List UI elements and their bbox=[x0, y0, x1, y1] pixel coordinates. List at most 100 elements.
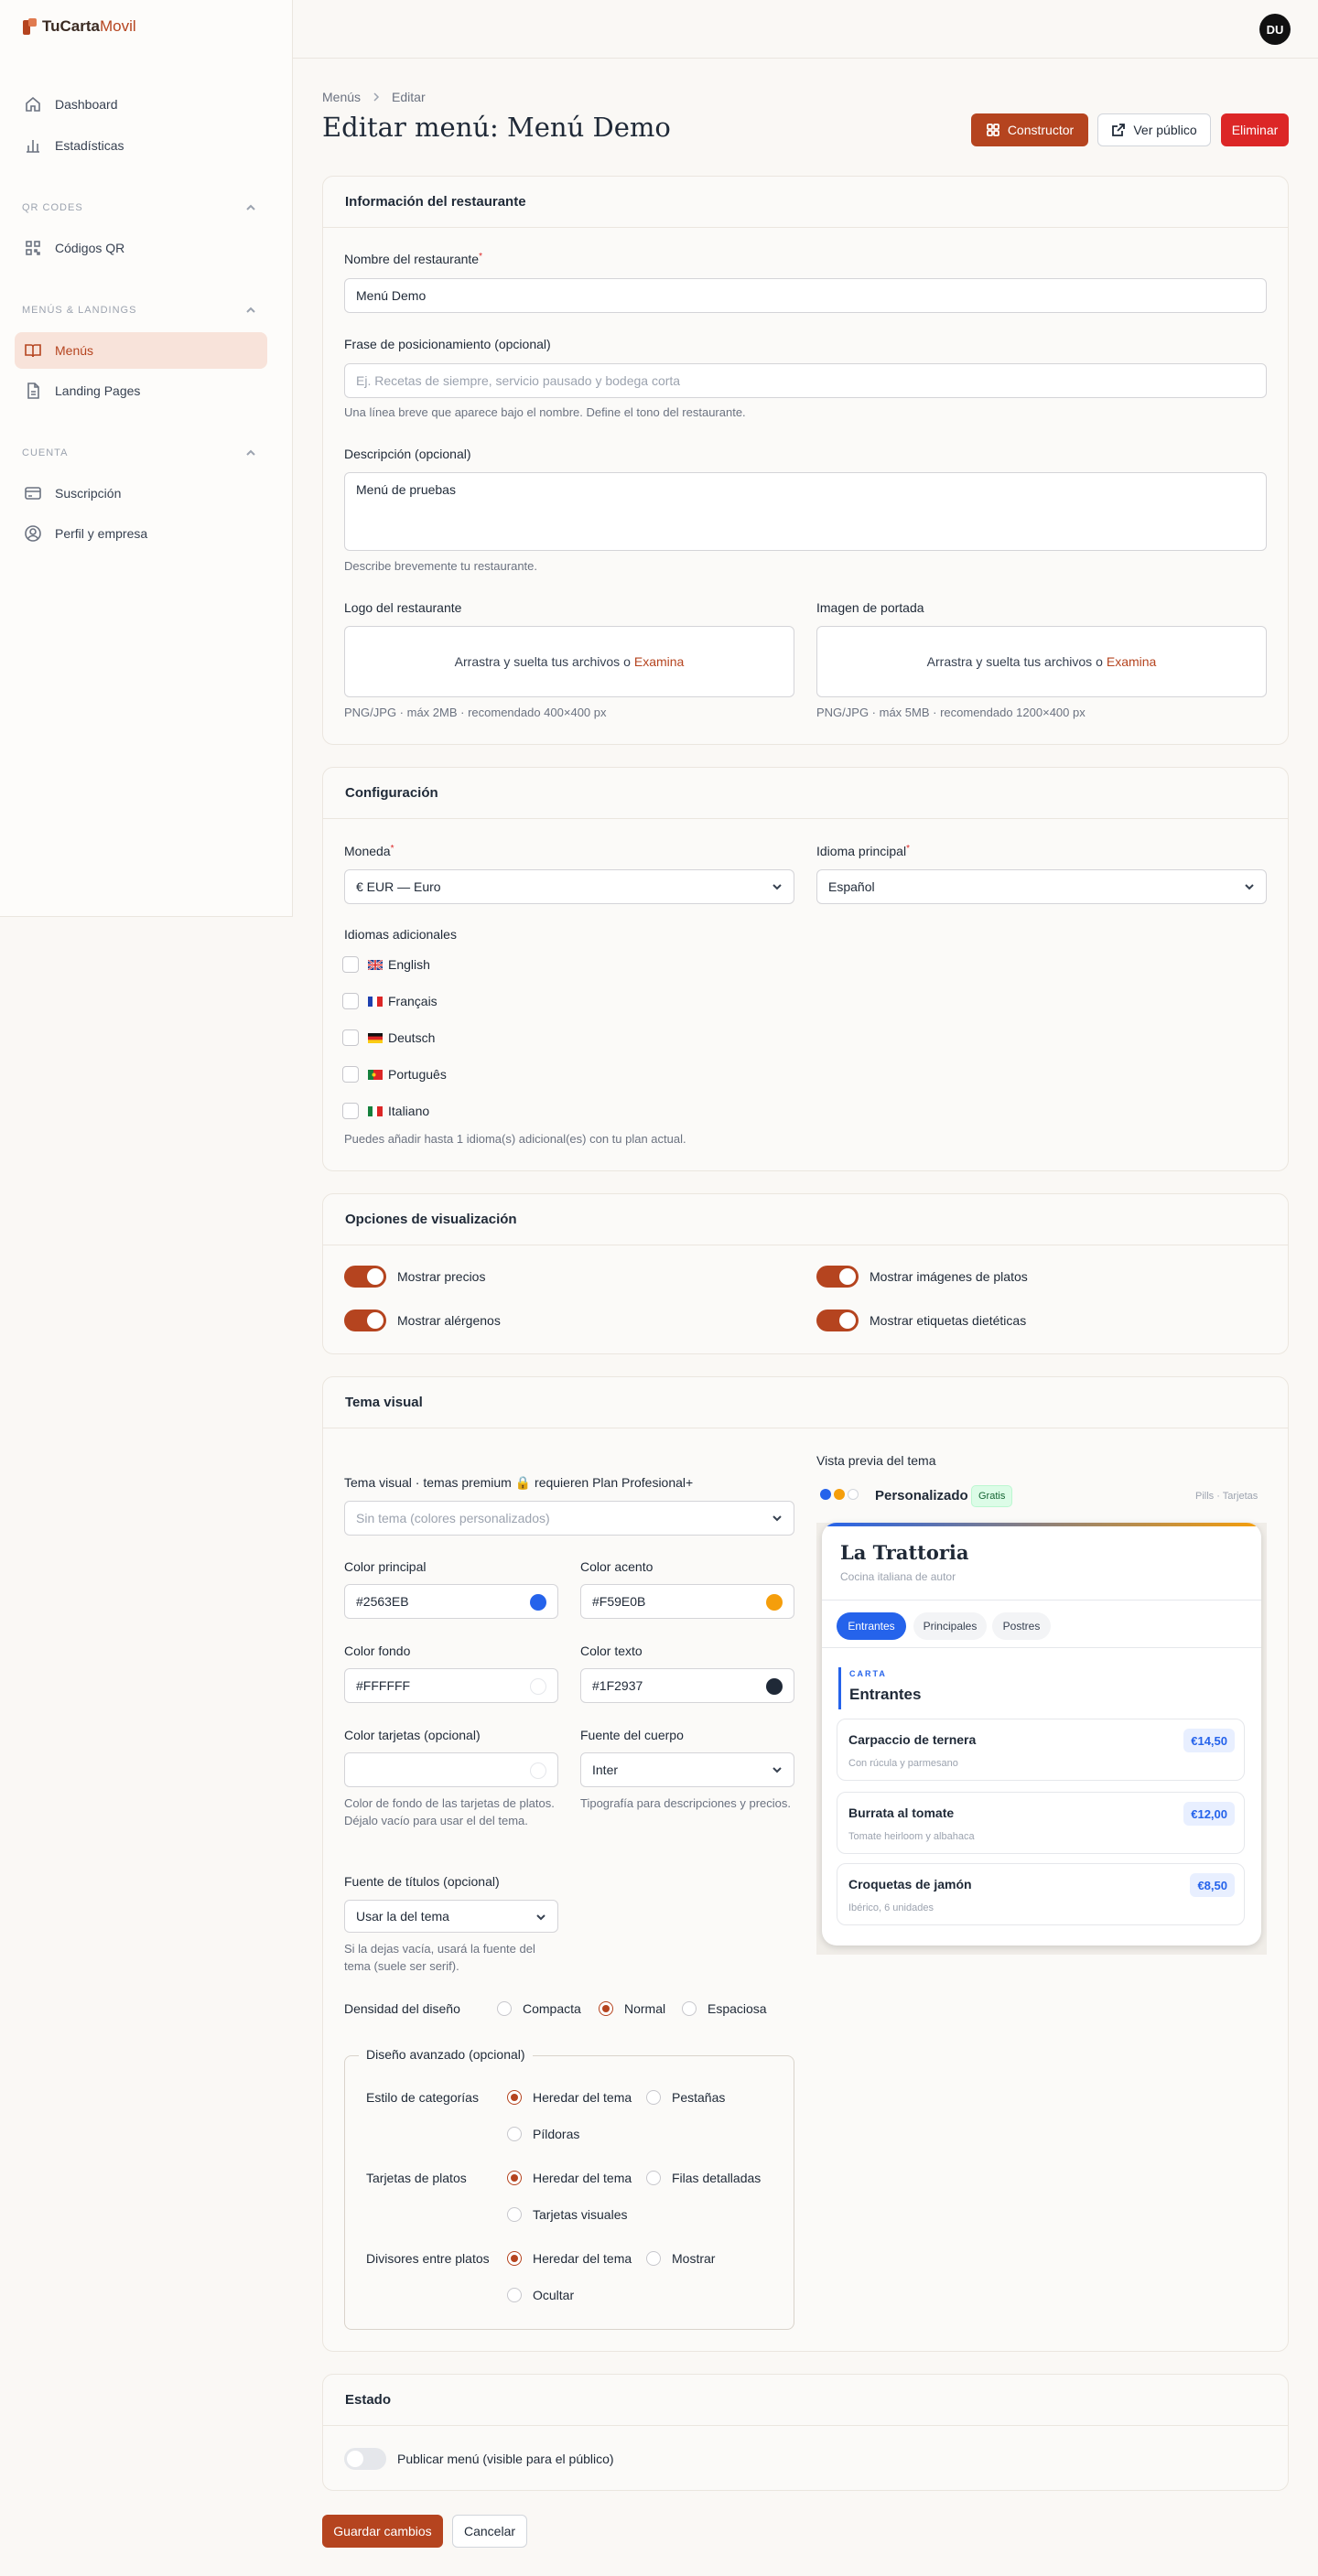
currency-select[interactable]: € EUR — Euro bbox=[344, 869, 794, 904]
radio[interactable] bbox=[507, 2171, 522, 2185]
toggle-show-prices[interactable]: Mostrar precios bbox=[344, 1266, 485, 1288]
credit-card-icon bbox=[25, 487, 41, 500]
sidebar-item-menus[interactable]: Menús bbox=[15, 332, 267, 369]
preview-dish-card[interactable]: Carpaccio de ternera Con rúcula y parmesa… bbox=[837, 1719, 1245, 1781]
radio[interactable] bbox=[507, 2207, 522, 2222]
language-option[interactable]: Italiano bbox=[342, 1103, 429, 1119]
toggle-switch[interactable] bbox=[816, 1266, 859, 1288]
toggle-show-images[interactable]: Mostrar imágenes de platos bbox=[816, 1266, 1028, 1288]
save-button[interactable]: Guardar cambios bbox=[322, 2515, 443, 2548]
sidebar-item-stats[interactable]: Estadísticas bbox=[15, 127, 267, 164]
browse-link[interactable]: Examina bbox=[1107, 654, 1156, 669]
sidebar-item-profile[interactable]: Perfil y empresa bbox=[15, 515, 267, 552]
checkbox[interactable] bbox=[342, 1066, 359, 1083]
name-label: Nombre del restaurante* bbox=[344, 252, 482, 266]
preview-tab-mains[interactable]: Principales bbox=[913, 1612, 987, 1640]
preview-dish-card[interactable]: Croquetas de jamón Ibérico, 6 unidades €8,… bbox=[837, 1863, 1245, 1925]
builder-button[interactable]: Constructor bbox=[971, 113, 1088, 146]
accent-color-input[interactable]: #F59E0B bbox=[580, 1584, 794, 1619]
density-label: Densidad del diseño bbox=[344, 2001, 460, 2016]
sidebar-item-landings[interactable]: Landing Pages bbox=[15, 372, 267, 409]
category-style-option[interactable]: Heredar del tema bbox=[507, 2090, 632, 2105]
preview-dish-card[interactable]: Burrata al tomate Tomate heirloom y albah… bbox=[837, 1792, 1245, 1854]
radio[interactable] bbox=[646, 2171, 661, 2185]
bg-color-input[interactable]: #FFFFFF bbox=[344, 1668, 558, 1703]
language-option[interactable]: Français bbox=[342, 993, 438, 1009]
free-badge: Gratis bbox=[971, 1485, 1013, 1507]
category-style-option[interactable]: Pestañas bbox=[646, 2090, 725, 2105]
density-option[interactable]: Espaciosa bbox=[682, 2001, 767, 2016]
primary-color-input[interactable]: #2563EB bbox=[344, 1584, 558, 1619]
sidebar-item-dashboard[interactable]: Dashboard bbox=[15, 86, 267, 123]
language-label: Idioma principal* bbox=[816, 844, 910, 858]
app-logo[interactable]: TuCartaMovil bbox=[22, 17, 136, 36]
color-swatch[interactable] bbox=[530, 1678, 546, 1695]
radio[interactable] bbox=[507, 2288, 522, 2302]
cover-dropzone[interactable]: Arrastra y suelta tus archivos o Examina bbox=[816, 626, 1267, 697]
theme-select[interactable]: Sin tema (colores personalizados) bbox=[344, 1501, 794, 1536]
toggle-switch[interactable] bbox=[816, 1310, 859, 1331]
view-public-button[interactable]: Ver público bbox=[1097, 113, 1211, 146]
uk-flag-icon bbox=[368, 959, 383, 970]
color-swatch[interactable] bbox=[530, 1594, 546, 1611]
density-option[interactable]: Compacta bbox=[497, 2001, 581, 2016]
section-title: QR CODES bbox=[22, 202, 83, 213]
language-select[interactable]: Español bbox=[816, 869, 1267, 904]
color-swatch[interactable] bbox=[766, 1678, 783, 1695]
radio[interactable] bbox=[507, 2090, 522, 2105]
card-color-input[interactable] bbox=[344, 1752, 558, 1787]
section-toggle-qr[interactable]: QR CODES bbox=[22, 202, 256, 213]
tagline-input[interactable]: Ej. Recetas de siempre, servicio pausado… bbox=[344, 363, 1267, 398]
breadcrumb-root[interactable]: Menús bbox=[322, 90, 361, 104]
language-option[interactable]: English bbox=[342, 956, 430, 973]
language-option[interactable]: Deutsch bbox=[342, 1029, 435, 1046]
toggle-publish[interactable]: Publicar menú (visible para el público) bbox=[344, 2448, 614, 2470]
radio[interactable] bbox=[507, 2127, 522, 2141]
checkbox[interactable] bbox=[342, 956, 359, 973]
checkbox[interactable] bbox=[342, 1103, 359, 1119]
dish-cards-option[interactable]: Heredar del tema bbox=[507, 2171, 632, 2185]
checkbox[interactable] bbox=[342, 993, 359, 1009]
density-option[interactable]: Normal bbox=[599, 2001, 665, 2016]
toggle-switch[interactable] bbox=[344, 1310, 386, 1331]
preview-tab-desserts[interactable]: Postres bbox=[992, 1612, 1051, 1640]
title-font-select[interactable]: Usar la del tema bbox=[344, 1900, 558, 1933]
avatar[interactable]: DU bbox=[1259, 14, 1291, 45]
radio[interactable] bbox=[497, 2001, 512, 2016]
browse-link[interactable]: Examina bbox=[634, 654, 684, 669]
dish-cards-option[interactable]: Filas detalladas bbox=[646, 2171, 761, 2185]
option-label: Pestañas bbox=[672, 2090, 726, 2105]
text-color-input[interactable]: #1F2937 bbox=[580, 1668, 794, 1703]
section-toggle-menus[interactable]: MENÚS & LANDINGS bbox=[22, 305, 256, 316]
sidebar-item-subscription[interactable]: Suscripción bbox=[15, 475, 267, 512]
toggle-show-diet-tags[interactable]: Mostrar etiquetas dietéticas bbox=[816, 1310, 1026, 1331]
section-toggle-account[interactable]: CUENTA bbox=[22, 447, 256, 458]
description-textarea[interactable]: Menú de pruebas bbox=[344, 472, 1267, 551]
toggle-switch[interactable] bbox=[344, 2448, 386, 2470]
dividers-option[interactable]: Heredar del tema bbox=[507, 2251, 632, 2266]
category-style-option[interactable]: Píldoras bbox=[507, 2127, 579, 2141]
body-font-select[interactable]: Inter bbox=[580, 1752, 794, 1787]
toggle-label: Publicar menú (visible para el público) bbox=[397, 2452, 614, 2466]
cancel-button[interactable]: Cancelar bbox=[452, 2515, 527, 2548]
radio[interactable] bbox=[507, 2251, 522, 2266]
restaurant-name-input[interactable]: Menú Demo bbox=[344, 278, 1267, 313]
radio[interactable] bbox=[682, 2001, 697, 2016]
dish-cards-option[interactable]: Tarjetas visuales bbox=[507, 2207, 628, 2222]
toggle-switch[interactable] bbox=[344, 1266, 386, 1288]
dividers-option[interactable]: Ocultar bbox=[507, 2288, 574, 2302]
dividers-option[interactable]: Mostrar bbox=[646, 2251, 715, 2266]
radio[interactable] bbox=[599, 2001, 613, 2016]
checkbox[interactable] bbox=[342, 1029, 359, 1046]
radio[interactable] bbox=[646, 2090, 661, 2105]
language-option[interactable]: Português bbox=[342, 1066, 447, 1083]
delete-button[interactable]: Eliminar bbox=[1221, 113, 1289, 146]
preview-tab-starters[interactable]: Entrantes bbox=[837, 1612, 906, 1640]
color-swatch[interactable] bbox=[766, 1594, 783, 1611]
radio[interactable] bbox=[646, 2251, 661, 2266]
document-icon bbox=[27, 383, 39, 399]
logo-dropzone[interactable]: Arrastra y suelta tus archivos o Examina bbox=[344, 626, 794, 697]
color-swatch[interactable] bbox=[530, 1762, 546, 1779]
toggle-show-allergens[interactable]: Mostrar alérgenos bbox=[344, 1310, 501, 1331]
sidebar-item-qr[interactable]: Códigos QR bbox=[15, 230, 267, 266]
